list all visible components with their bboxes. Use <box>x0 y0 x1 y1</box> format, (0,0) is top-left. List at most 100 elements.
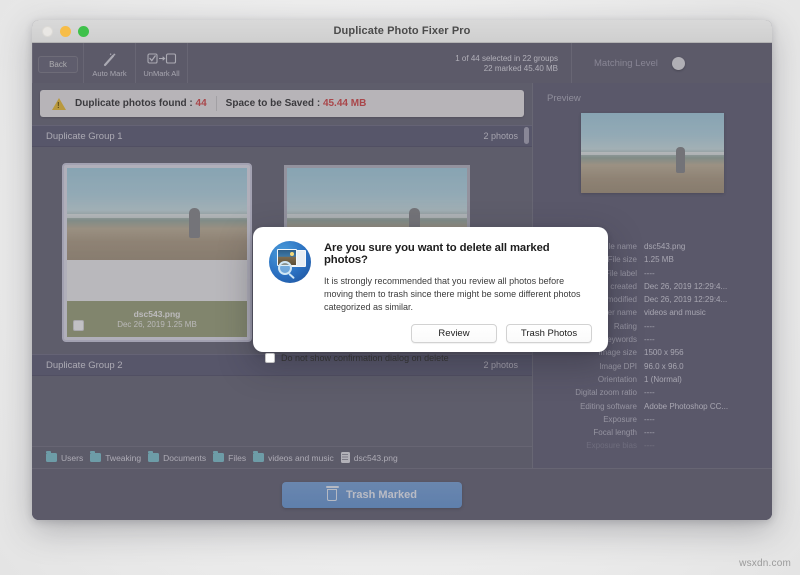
unmark-all-label: UnMark All <box>143 68 180 78</box>
trash-photos-button[interactable]: Trash Photos <box>506 324 592 343</box>
group-title: Duplicate Group 2 <box>46 359 123 371</box>
photo-card[interactable]: dsc543.png Dec 26, 2019 1.25 MB <box>62 163 252 342</box>
metadata-key: Exposure <box>603 414 637 424</box>
file-icon <box>340 452 350 463</box>
folder-icon <box>90 450 102 462</box>
dialog-top: Are you sure you want to delete all mark… <box>269 241 592 343</box>
selection-summary: 1 of 44 selected in 22 groups 22 marked … <box>188 43 572 83</box>
dialog-text: Are you sure you want to delete all mark… <box>324 241 592 343</box>
metadata-value: ---- <box>644 321 655 331</box>
metadata-key: Digital zoom ratio <box>575 388 637 398</box>
metadata-row: Editing software Adobe Photoshop CC... <box>533 400 762 413</box>
metadata-divider <box>543 219 762 220</box>
title-bar: Duplicate Photo Fixer Pro <box>32 20 772 43</box>
metadata-value: 1.25 MB <box>644 255 674 265</box>
review-button[interactable]: Review <box>411 324 497 343</box>
confirmation-dialog: Are you sure you want to delete all mark… <box>253 227 608 363</box>
folder-icon <box>213 450 225 462</box>
metadata-key: Exposure bias <box>586 441 637 451</box>
trash-icon <box>325 486 339 501</box>
do-not-show-checkbox[interactable] <box>265 353 275 363</box>
metadata-value: 1 (Normal) <box>644 374 682 384</box>
metadata-value: 96.0 x 96.0 <box>644 361 684 371</box>
breadcrumb-label: Files <box>228 452 247 463</box>
selection-count-line: 1 of 44 selected in 22 groups <box>455 53 558 63</box>
back-button[interactable]: Back <box>32 43 84 83</box>
space-saved-info: Space to be Saved : 45.44 MB <box>226 98 367 109</box>
duplicates-found-value: 44 <box>195 98 207 109</box>
metadata-value: Dec 26, 2019 12:29:4... <box>644 295 728 305</box>
metadata-row: Exposure ---- <box>533 413 762 426</box>
photo-caption: dsc543.png Dec 26, 2019 1.25 MB <box>67 301 247 337</box>
breadcrumb-label: dsc543.png <box>353 452 398 463</box>
magnifier-icon <box>278 261 292 275</box>
window-title: Duplicate Photo Fixer Pro <box>333 25 471 37</box>
matching-level-slider-knob[interactable] <box>671 56 685 70</box>
metadata-value: ---- <box>644 388 655 398</box>
info-divider <box>215 96 217 111</box>
metadata-value: ---- <box>644 335 655 345</box>
photo-thumbnail-frame[interactable]: dsc543.png Dec 26, 2019 1.25 MB <box>64 165 250 340</box>
info-strip: Duplicate photos found : 44 Space to be … <box>40 90 524 117</box>
metadata-value: ---- <box>644 441 655 451</box>
folder-icon <box>253 450 265 462</box>
metadata-value: ---- <box>644 414 655 424</box>
photo-file-meta: Dec 26, 2019 1.25 MB <box>117 320 197 329</box>
breadcrumb-item-documents[interactable]: Documents <box>148 450 207 463</box>
space-saved-label: Space to be Saved : <box>225 98 323 109</box>
breadcrumb-label: Tweaking <box>105 452 142 463</box>
breadcrumb-label: Documents <box>163 452 207 463</box>
marked-size-line: 22 marked 45.40 MB <box>483 63 558 73</box>
dialog-footer: Do not show confirmation dialog on delet… <box>265 353 592 363</box>
matching-level-control[interactable]: Matching Level <box>572 43 772 83</box>
metadata-row: Exposure bias ---- <box>533 439 762 452</box>
metadata-row: Focal length ---- <box>533 426 762 439</box>
breadcrumb-label: Users <box>61 452 84 463</box>
trash-marked-label: Trash Marked <box>346 488 417 501</box>
back-button-label: Back <box>38 56 78 73</box>
metadata-row: Digital zoom ratio ---- <box>533 386 762 399</box>
metadata-value: ---- <box>644 428 655 438</box>
metadata-value: 1500 x 956 <box>644 348 684 358</box>
metadata-value: videos and music <box>644 308 706 318</box>
breadcrumb-item-users[interactable]: Users <box>46 450 84 463</box>
unmark-all-button[interactable]: UnMark All <box>136 43 188 83</box>
group-header[interactable]: Duplicate Group 1 2 photos <box>32 125 532 147</box>
photo-mark-checkbox[interactable] <box>73 320 84 331</box>
folder-icon <box>46 450 57 462</box>
metadata-row: Orientation 1 (Normal) <box>533 373 762 386</box>
metadata-value: Adobe Photoshop CC... <box>644 401 729 411</box>
breadcrumb-item-file[interactable]: dsc543.png <box>340 452 398 463</box>
metadata-value: ---- <box>644 268 655 278</box>
preview-label: Preview <box>547 93 581 104</box>
trash-marked-button[interactable]: Trash Marked <box>282 481 462 508</box>
metadata-key: Editing software <box>580 401 637 411</box>
preview-image <box>581 113 724 193</box>
breadcrumb-item-files[interactable]: Files <box>213 450 247 463</box>
dialog-title: Are you sure you want to delete all mark… <box>324 242 550 266</box>
list-scrollbar-thumb[interactable] <box>524 127 529 144</box>
auto-mark-button[interactable]: Auto Mark <box>84 43 136 83</box>
do-not-show-label: Do not show confirmation dialog on delet… <box>281 353 449 363</box>
toolbar: Back Auto Mark UnMark All 1 of 44 select… <box>32 43 772 83</box>
application-window: Duplicate Photo Fixer Pro Back Auto Mark <box>32 20 772 520</box>
metadata-value: Dec 26, 2019 12:29:4... <box>644 281 728 291</box>
warning-icon <box>52 97 66 110</box>
breadcrumb: Users Tweaking Documents Files videos an… <box>32 446 532 468</box>
bottom-bar: Trash Marked <box>32 468 772 520</box>
group-photo-count: 2 photos <box>483 131 518 141</box>
breadcrumb-item-videos-and-music[interactable]: videos and music <box>253 450 334 463</box>
auto-mark-label: Auto Mark <box>92 68 127 78</box>
folder-icon <box>148 450 160 462</box>
breadcrumb-item-tweaking[interactable]: Tweaking <box>90 450 142 463</box>
breadcrumb-label: videos and music <box>268 452 334 463</box>
watermark: wsxdn.com <box>739 558 791 569</box>
metadata-key: Focal length <box>593 428 637 438</box>
dialog-message: It is strongly recommended that you revi… <box>324 276 581 312</box>
photo-thumbnail-image <box>67 168 247 260</box>
metadata-key: Orientation <box>597 374 637 384</box>
app-photo-search-icon <box>269 241 311 283</box>
dialog-buttons: Review Trash Photos <box>324 324 592 343</box>
unmark-all-icon <box>146 52 177 67</box>
duplicates-found-info: Duplicate photos found : 44 <box>75 98 207 109</box>
